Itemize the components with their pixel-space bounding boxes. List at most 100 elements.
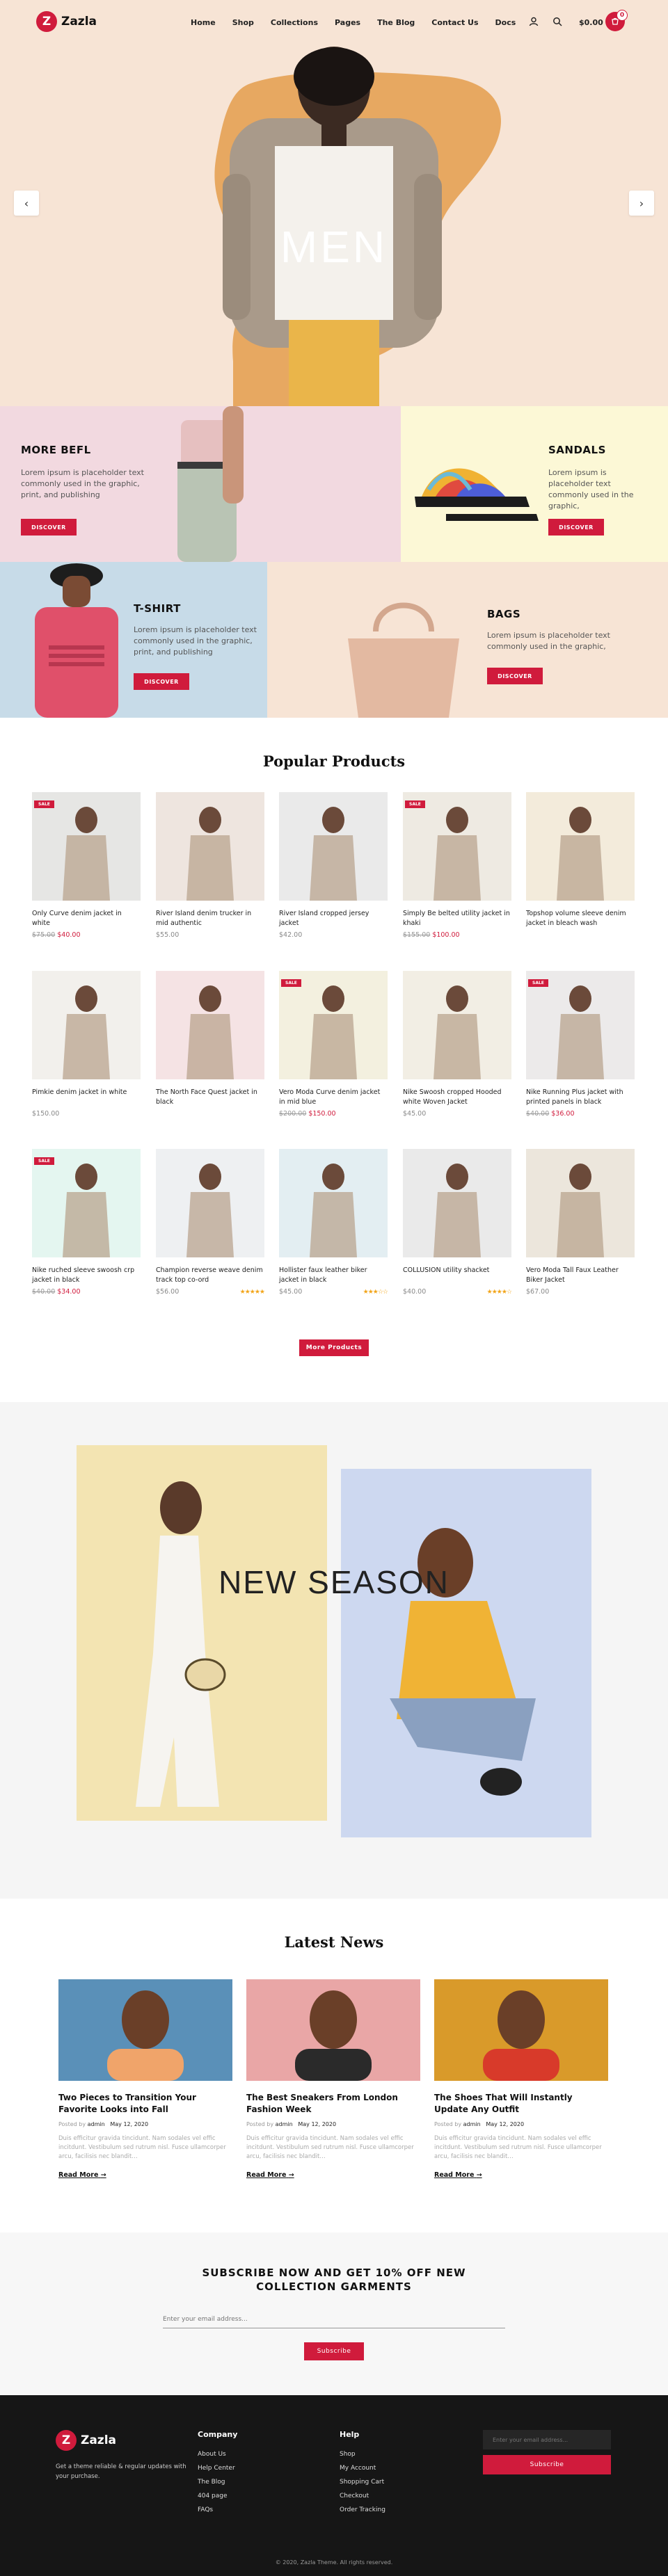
- product-image[interactable]: [279, 792, 388, 901]
- product-image[interactable]: [403, 1149, 511, 1257]
- product-name[interactable]: Only Curve denim jacket in white: [32, 909, 141, 928]
- product-card[interactable]: SALE Nike ruched sleeve swoosh crp jacket…: [32, 1149, 141, 1296]
- product-card[interactable]: Pimkie denim jacket in white $150.00: [32, 971, 141, 1118]
- product-card[interactable]: COLLUSION utility shacket $40.00 ★★★★☆: [403, 1149, 512, 1296]
- product-name[interactable]: COLLUSION utility shacket: [403, 1266, 511, 1285]
- cart-total[interactable]: $0.00: [579, 18, 603, 27]
- news-image[interactable]: [434, 1979, 608, 2081]
- discover-button[interactable]: DISCOVER: [134, 673, 189, 690]
- product-card[interactable]: SALE Vero Moda Curve denim jacket in mid …: [279, 971, 388, 1118]
- banner-sandals[interactable]: SANDALS Lorem ipsum is placeholder text …: [401, 406, 668, 562]
- nav-contact[interactable]: Contact Us: [431, 18, 478, 27]
- search-icon[interactable]: [551, 15, 564, 28]
- product-image[interactable]: [526, 1149, 635, 1257]
- footer-link-tracking[interactable]: Order Tracking: [340, 2506, 385, 2513]
- product-card[interactable]: Vero Moda Tall Faux Leather Biker Jacket…: [526, 1149, 635, 1296]
- product-card[interactable]: River Island cropped jersey jacket $42.00: [279, 792, 388, 939]
- banner-image: [35, 563, 118, 718]
- product-image[interactable]: [156, 1149, 264, 1257]
- footer-link-faqs[interactable]: FAQs: [198, 2506, 213, 2513]
- product-name[interactable]: Topshop volume sleeve denim jacket in bl…: [526, 909, 635, 928]
- news-image[interactable]: [246, 1979, 420, 2081]
- product-card[interactable]: Nike Swoosh cropped Hooded white Woven J…: [403, 971, 511, 1118]
- footer-link-404[interactable]: 404 page: [198, 2493, 228, 2499]
- news-image[interactable]: [58, 1979, 232, 2081]
- footer-link-checkout[interactable]: Checkout: [340, 2493, 369, 2499]
- product-name[interactable]: Simply Be belted utility jacket in khaki: [403, 909, 511, 928]
- news-card[interactable]: The Shoes That Will Instantly Update Any…: [434, 1979, 608, 2179]
- nav-collections[interactable]: Collections: [271, 18, 318, 27]
- news-card[interactable]: The Best Sneakers From London Fashion We…: [246, 1979, 420, 2179]
- product-name[interactable]: River Island denim trucker in mid authen…: [156, 909, 264, 928]
- product-card[interactable]: SALE Simply Be belted utility jacket in k…: [403, 792, 511, 939]
- product-card[interactable]: Hollister faux leather biker jacket in b…: [279, 1149, 388, 1296]
- product-image[interactable]: SALE: [32, 1149, 141, 1257]
- discover-button[interactable]: DISCOVER: [548, 519, 604, 536]
- product-image[interactable]: [156, 792, 264, 901]
- product-name[interactable]: Nike ruched sleeve swoosh crp jacket in …: [32, 1266, 141, 1285]
- subscribe-button[interactable]: Subscribe: [304, 2342, 364, 2360]
- product-image[interactable]: [32, 971, 141, 1079]
- banner-tshirt[interactable]: T-SHIRT Lorem ipsum is placeholder text …: [0, 562, 267, 718]
- news-title[interactable]: Two Pieces to Transition Your Favorite L…: [58, 2092, 232, 2116]
- news-title[interactable]: The Best Sneakers From London Fashion We…: [246, 2092, 420, 2116]
- product-image[interactable]: [279, 1149, 388, 1257]
- product-card[interactable]: The North Face Quest jacket in black: [156, 971, 264, 1110]
- footer-logo[interactable]: Z Zazla: [56, 2430, 116, 2451]
- product-name[interactable]: Vero Moda Curve denim jacket in mid blue: [279, 1088, 388, 1107]
- slider-prev-button[interactable]: ‹: [14, 191, 39, 216]
- product-card[interactable]: Topshop volume sleeve denim jacket in bl…: [526, 792, 635, 931]
- discover-button[interactable]: DISCOVER: [487, 668, 543, 684]
- product-card[interactable]: SALE Nike Running Plus jacket with printe…: [526, 971, 635, 1118]
- footer-link-about[interactable]: About Us: [198, 2451, 226, 2458]
- footer-link-help-center[interactable]: Help Center: [198, 2465, 235, 2472]
- product-image[interactable]: [526, 792, 635, 901]
- banner-bags[interactable]: BAGS Lorem ipsum is placeholder text com…: [267, 562, 668, 718]
- product-name[interactable]: River Island cropped jersey jacket: [279, 909, 388, 928]
- user-icon[interactable]: [527, 15, 540, 28]
- news-card[interactable]: Two Pieces to Transition Your Favorite L…: [58, 1979, 232, 2179]
- product-image[interactable]: [403, 971, 511, 1079]
- news-author[interactable]: admin: [88, 2121, 105, 2127]
- product-name[interactable]: The North Face Quest jacket in black: [156, 1088, 264, 1107]
- read-more-link[interactable]: Read More →: [246, 2171, 420, 2179]
- product-image[interactable]: [156, 971, 264, 1079]
- nav-blog[interactable]: The Blog: [377, 18, 415, 27]
- footer-link-account[interactable]: My Account: [340, 2465, 376, 2472]
- site-footer: Z Zazla Get a theme reliable & regular u…: [0, 2395, 668, 2576]
- product-image[interactable]: SALE: [403, 792, 511, 901]
- product-card[interactable]: River Island denim trucker in mid authen…: [156, 792, 264, 939]
- news-author[interactable]: admin: [276, 2121, 293, 2127]
- news-author[interactable]: admin: [463, 2121, 481, 2127]
- product-card[interactable]: SALE Only Curve denim jacket in white $75.…: [32, 792, 141, 939]
- footer-link-blog[interactable]: The Blog: [198, 2479, 225, 2486]
- banner-more-befl[interactable]: MORE BEFL Lorem ipsum is placeholder tex…: [0, 406, 401, 562]
- slider-next-button[interactable]: ›: [629, 191, 654, 216]
- banner-title: T-SHIRT: [134, 602, 181, 615]
- footer-link-shop[interactable]: Shop: [340, 2451, 356, 2458]
- product-name[interactable]: Vero Moda Tall Faux Leather Biker Jacket: [526, 1266, 635, 1285]
- nav-shop[interactable]: Shop: [232, 18, 254, 27]
- discover-button[interactable]: DISCOVER: [21, 519, 77, 536]
- product-name[interactable]: Pimkie denim jacket in white: [32, 1088, 141, 1107]
- nav-pages[interactable]: Pages: [335, 18, 360, 27]
- product-card[interactable]: Champion reverse weave denim track top c…: [156, 1149, 265, 1296]
- footer-subscribe-button[interactable]: Subscribe: [483, 2455, 611, 2474]
- news-title[interactable]: The Shoes That Will Instantly Update Any…: [434, 2092, 608, 2116]
- product-image[interactable]: SALE: [32, 792, 141, 901]
- more-products-button[interactable]: More Products: [299, 1339, 369, 1356]
- logo[interactable]: Z Zazla: [36, 11, 97, 32]
- product-image[interactable]: SALE: [279, 971, 388, 1079]
- product-name[interactable]: Champion reverse weave denim track top c…: [156, 1266, 264, 1285]
- product-image[interactable]: SALE: [526, 971, 635, 1079]
- read-more-link[interactable]: Read More →: [58, 2171, 232, 2179]
- product-name[interactable]: Nike Swoosh cropped Hooded white Woven J…: [403, 1088, 511, 1107]
- subscribe-email-input[interactable]: [163, 2310, 505, 2328]
- nav-docs[interactable]: Docs: [495, 18, 516, 27]
- read-more-link[interactable]: Read More →: [434, 2171, 608, 2179]
- product-name[interactable]: Nike Running Plus jacket with printed pa…: [526, 1088, 635, 1107]
- footer-link-cart[interactable]: Shopping Cart: [340, 2479, 384, 2486]
- footer-email-input[interactable]: [483, 2430, 611, 2449]
- product-name[interactable]: Hollister faux leather biker jacket in b…: [279, 1266, 388, 1285]
- nav-home[interactable]: Home: [191, 18, 216, 27]
